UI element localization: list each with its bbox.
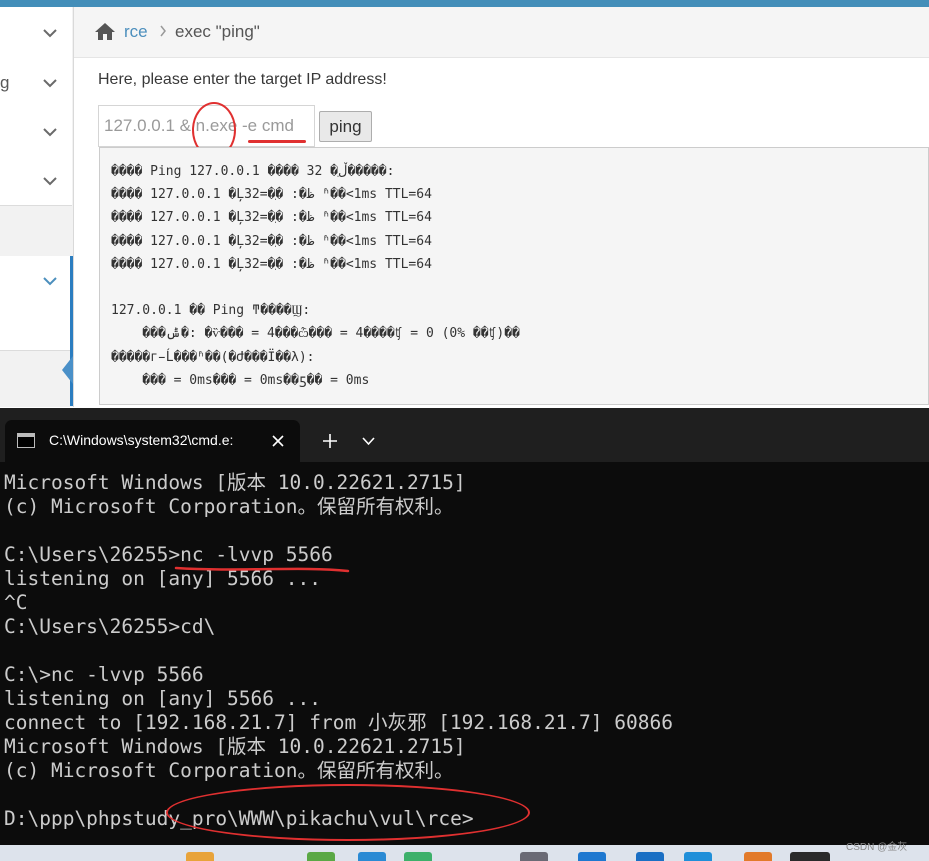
watermark: CSDN @金灰 <box>846 842 908 853</box>
taskbar <box>0 845 929 861</box>
chevron-down-icon <box>43 78 57 87</box>
taskbar-app-icon[interactable] <box>307 852 335 861</box>
ping-output-line: ���� 127.0.0.1 �Ļظ�: �ֽ�=32 ʱ��<1ms TTL=… <box>111 187 432 203</box>
ping-output-line: ��� = 0ms��� = 0ms��ƽ�� = 0ms <box>111 372 370 388</box>
taskbar-app-icon[interactable] <box>404 852 432 861</box>
breadcrumb-current: exec "ping" <box>175 22 260 41</box>
ping-output: ���� Ping 127.0.0.1 ���� 32 �ֽڵ�����: ��… <box>99 147 929 405</box>
sidebar-active-arrow <box>62 356 73 384</box>
taskbar-app-icon[interactable] <box>520 852 548 861</box>
taskbar-app-icon[interactable] <box>186 852 214 861</box>
chevron-down-icon <box>43 176 57 185</box>
home-icon[interactable] <box>94 22 116 41</box>
sidebar-item-1[interactable] <box>0 7 72 59</box>
chevron-down-icon <box>43 277 57 286</box>
chevron-down-icon <box>43 28 57 37</box>
annotation-underline <box>248 140 306 143</box>
sidebar-item-label: g <box>0 72 10 92</box>
prompt-text: Here, please enter the target IP address… <box>98 71 387 88</box>
ping-button[interactable]: ping <box>319 111 372 142</box>
sidebar: g <box>0 7 74 407</box>
ping-output-line: ���ݰ�: �ѷ��� = 4���ѽ��� = 4����ʧ = 0 (0%… <box>111 326 520 342</box>
top-navbar <box>0 0 929 7</box>
chevron-down-icon <box>43 127 57 136</box>
sidebar-item-rce[interactable] <box>0 256 72 307</box>
ping-output-line: �����г̵Ĺ���ʱ��(�Ժ���Ϊ��λ): <box>111 349 315 365</box>
taskbar-app-icon[interactable] <box>744 852 772 861</box>
taskbar-app-icon[interactable] <box>790 852 830 861</box>
ping-output-line: ���� 127.0.0.1 �Ļظ�: �ֽ�=32 ʱ��<1ms TTL=… <box>111 233 432 249</box>
ping-output-line: ���� 127.0.0.1 �Ļظ�: �ֽ�=32 ʱ��<1ms TTL=… <box>111 256 432 272</box>
sidebar-subitem[interactable] <box>0 306 72 351</box>
breadcrumb: rce exec "ping" <box>74 7 929 58</box>
ping-output-line: 127.0.0.1 �� Ping ͳ����Ϣ: <box>111 303 311 319</box>
sidebar-item-3[interactable] <box>0 107 72 157</box>
breadcrumb-link-rce[interactable]: rce <box>124 22 148 42</box>
annotation-scribbles <box>174 566 350 573</box>
taskbar-app-icon[interactable] <box>636 852 664 861</box>
chevron-right-icon <box>160 25 166 37</box>
taskbar-app-icon[interactable] <box>578 852 606 861</box>
sidebar-item-4[interactable] <box>0 156 72 206</box>
taskbar-app-icon[interactable] <box>684 852 712 861</box>
annotation-ellipse <box>166 784 530 841</box>
taskbar-app-icon[interactable] <box>358 852 386 861</box>
ping-output-line: ���� 127.0.0.1 �Ļظ�: �ֽ�=32 ʱ��<1ms TTL=… <box>111 210 432 226</box>
ping-output-text: ���� Ping 127.0.0.1 ���� 32 �ֽڵ�����: ��… <box>111 160 520 392</box>
ping-output-line: ���� Ping 127.0.0.1 ���� 32 �ֽڵ�����: <box>111 164 395 179</box>
sidebar-item-2[interactable]: g <box>0 58 72 108</box>
terminal-window: C:\Windows\system32\cmd.e: Microsoft Win… <box>0 408 929 845</box>
